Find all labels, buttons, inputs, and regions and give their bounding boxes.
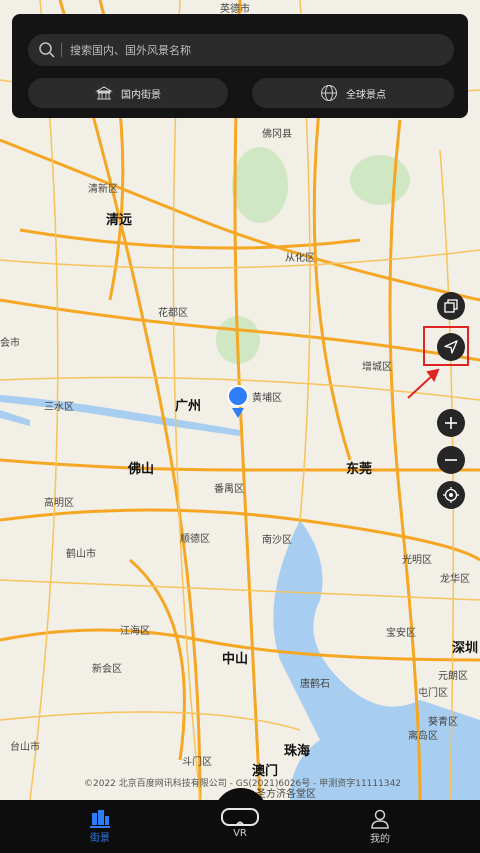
- map-city-label: 葵青区: [428, 717, 458, 728]
- temple-icon: [95, 86, 113, 100]
- search-input[interactable]: 搜索国内、国外风景名称: [28, 34, 454, 66]
- layers-icon: [444, 299, 458, 313]
- tab-mine-label: 我的: [370, 834, 390, 845]
- map-city-label: 番禺区: [214, 484, 244, 495]
- map-city-label: 佛山: [128, 462, 155, 477]
- map-city-label: 东莞: [346, 462, 373, 477]
- tab-street-view[interactable]: 街景: [70, 800, 130, 853]
- map-city-label: 鹤山市: [66, 549, 96, 560]
- map-city-label: 中山: [222, 652, 249, 667]
- map-city-label: 深圳: [452, 641, 479, 656]
- bottom-tab-bar: 街景 VR 我的: [0, 788, 480, 853]
- my-location-button[interactable]: [437, 481, 465, 509]
- tab-vr-label: VR: [233, 828, 247, 839]
- map-city-label: 增城区: [362, 362, 392, 373]
- map-city-label: 斗门区: [182, 757, 212, 768]
- map-city-label: 花都区: [158, 308, 188, 319]
- map-city-label: 龙华区: [440, 574, 470, 585]
- map-city-label: 元朗区: [438, 671, 468, 682]
- map-city-label: 台山市: [10, 742, 40, 753]
- zoom-in-button[interactable]: [437, 409, 465, 437]
- global-attractions-label: 全球景点: [346, 89, 386, 101]
- map-city-label: 高明区: [44, 498, 74, 509]
- map-city-label: 广州: [175, 399, 202, 414]
- locate-arrow-icon: [444, 340, 458, 354]
- map-city-label: 光明区: [402, 555, 432, 566]
- map-city-label: 离岛区: [408, 731, 438, 742]
- map-city-label: 唐鹤石: [300, 679, 330, 690]
- map-city-label: 从化区: [285, 253, 315, 264]
- person-icon: [371, 809, 389, 829]
- domestic-street-view-label: 国内街景: [121, 89, 161, 101]
- layers-button[interactable]: [437, 292, 465, 320]
- search-icon: [39, 42, 55, 58]
- map-city-label: 屯门区: [418, 688, 448, 699]
- navigate-button[interactable]: [437, 333, 465, 361]
- global-attractions-button[interactable]: 全球景点: [252, 78, 454, 108]
- map-city-label: 佛冈县: [262, 129, 292, 140]
- search-divider: [61, 43, 62, 57]
- tab-street-view-label: 街景: [90, 833, 110, 844]
- map-city-label: 会市: [0, 338, 20, 349]
- vr-headset-icon: [221, 808, 259, 826]
- map-city-label: 江海区: [120, 626, 150, 637]
- search-placeholder: 搜索国内、国外风景名称: [70, 44, 191, 57]
- tab-vr[interactable]: VR: [210, 796, 270, 849]
- tab-mine[interactable]: 我的: [350, 800, 410, 853]
- current-location-marker: [227, 385, 249, 407]
- map-city-label: 新会区: [92, 664, 122, 675]
- my-location-icon: [443, 487, 459, 503]
- globe-icon: [321, 85, 337, 101]
- search-panel: 搜索国内、国外风景名称 国内街景 全球景点: [12, 14, 468, 118]
- map-city-label: 珠海: [284, 744, 311, 759]
- map-city-label: 清远: [106, 213, 133, 228]
- map-city-label: 英德市: [220, 4, 250, 15]
- zoom-out-icon: [445, 459, 457, 461]
- zoom-in-icon: [445, 417, 457, 429]
- map-city-label: 黄埔区: [252, 393, 282, 404]
- map-city-label: 清新区: [88, 184, 118, 195]
- map-city-label: 三水区: [44, 402, 74, 413]
- domestic-street-view-button[interactable]: 国内街景: [28, 78, 228, 108]
- zoom-out-button[interactable]: [437, 446, 465, 474]
- street-view-icon: [90, 810, 110, 828]
- map-city-label: 宝安区: [386, 628, 416, 639]
- map-city-label: 南沙区: [262, 535, 292, 546]
- map-city-label: 顺德区: [180, 534, 210, 545]
